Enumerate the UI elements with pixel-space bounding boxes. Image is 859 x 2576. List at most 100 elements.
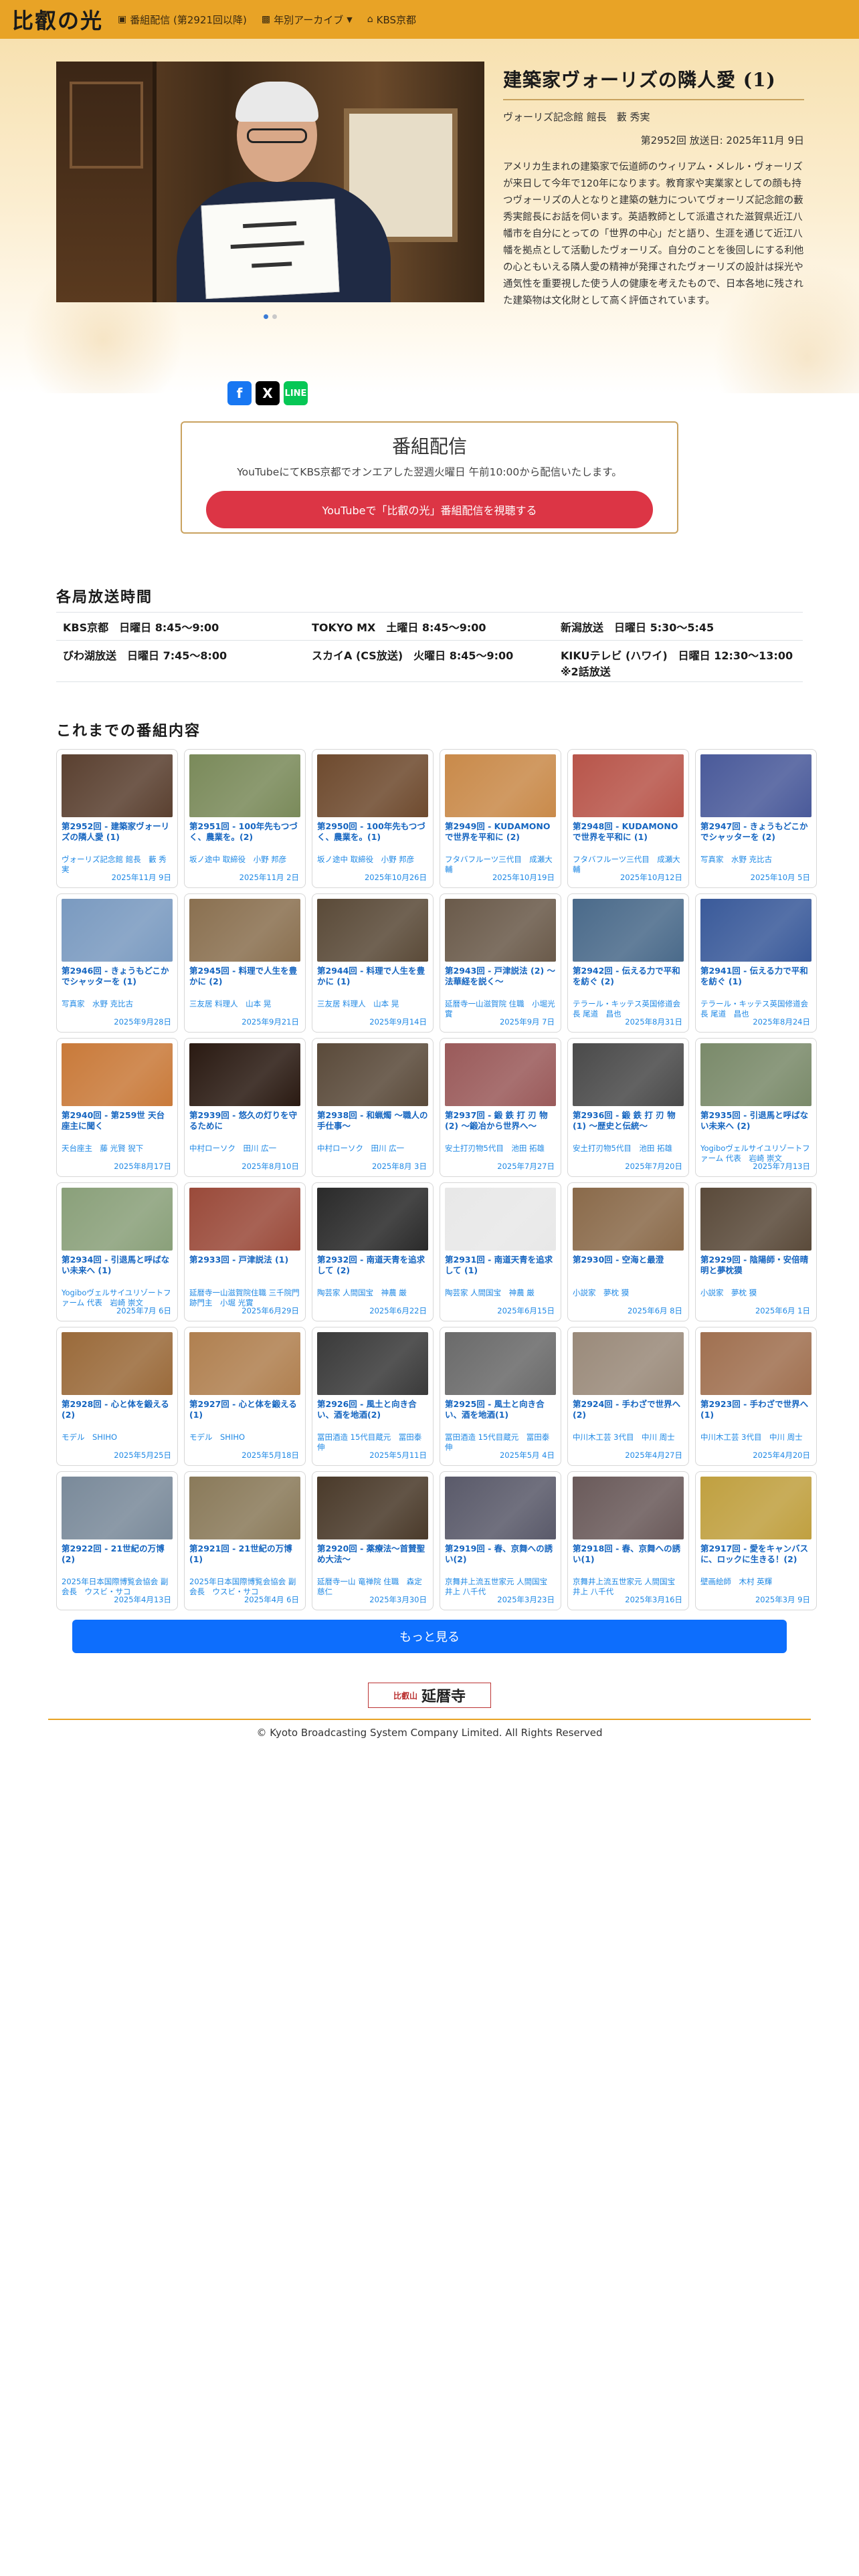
episode-card[interactable]: 第2951回 - 100年先もつづく、農業を。(2) 坂ノ途中 取締役 小野 邦彦… (184, 749, 306, 888)
episode-date: 2025年10月19日 (492, 873, 555, 882)
episode-date: 2025年11月 2日 (239, 873, 299, 882)
episode-title: 第2917回 - 愛をキャンバスに、ロックに生きる！(2) (700, 1543, 809, 1564)
episode-title: 第2942回 - 伝える力で平和を紡ぐ (2) (573, 966, 680, 986)
episode-date: 2025年6月 1日 (755, 1306, 810, 1315)
schedule-cell: スカイA (CS放送) 火曜日 8:45〜9:00 (312, 649, 514, 662)
episode-title: 第2925回 - 風土と向き合い、酒を地酒(1) (445, 1399, 545, 1420)
episode-thumbnail (700, 1188, 812, 1251)
episode-title: 第2952回 - 建築家ヴォーリズの隣人愛 (1) (62, 821, 170, 842)
episode-card[interactable]: 第2932回 - 南道天青を追求して (2) 陶芸家 人間国宝 神農 厳 2025年… (312, 1182, 434, 1321)
episode-card[interactable]: 第2938回 - 和蝋燭 〜職人の手仕事〜 中村ローソク 田川 広一 2025年8月… (312, 1038, 434, 1177)
episode-thumbnail (700, 1477, 812, 1539)
episode-title: 第2924回 - 手わざで世界へ(2) (573, 1399, 681, 1420)
episode-card[interactable]: 第2944回 - 料理で人生を豊かに (1) 三友居 料理人 山本 晃 2025年9… (312, 893, 434, 1033)
episode-title: 第2950回 - 100年先もつづく、農業を。(1) (317, 821, 425, 842)
episode-thumbnail (317, 1477, 428, 1539)
episode-thumbnail (189, 754, 300, 817)
episode-card[interactable]: 第2937回 - 鍛 鉄 打 刃 物 (2) 〜鍛冶から世界へ〜 安土打刃物5代目… (440, 1038, 561, 1177)
episode-title: 第2931回 - 南道天青を追求して (1) (445, 1255, 553, 1275)
episode-card[interactable]: 第2936回 - 鍛 鉄 打 刃 物 (1) 〜歴史と伝統〜 安土打刃物5代目 池… (567, 1038, 689, 1177)
episode-thumbnail (700, 1332, 812, 1395)
episode-date: 2025年8月31日 (625, 1017, 682, 1027)
episode-card[interactable]: 第2925回 - 風土と向き合い、酒を地酒(1) 冨田酒造 15代目蔵元 冨田泰伸… (440, 1327, 561, 1466)
episode-card[interactable]: 第2949回 - KUDAMONOで世界を平和に (2) フタバフルーツ三代目 成… (440, 749, 561, 888)
episode-thumbnail (62, 899, 173, 962)
episode-card[interactable]: 第2929回 - 陰陽師・安倍晴明と夢枕獏 小説家 夢枕 獏 2025年6月 1日 (695, 1182, 817, 1321)
nav-link-archive-dropdown[interactable]: ▩ 年別アーカイブ ▼ (262, 13, 353, 27)
line-share-button[interactable]: LINE (284, 381, 308, 405)
episode-thumbnail (573, 899, 684, 962)
episode-thumbnail (62, 1188, 173, 1251)
line-icon: LINE (284, 388, 307, 399)
carousel-dot[interactable] (272, 314, 277, 319)
episode-title: 第2922回 - 21世紀の万博 (2) (62, 1543, 165, 1564)
episode-thumbnail (700, 1043, 812, 1106)
episode-card[interactable]: 第2918回 - 春、京舞への誘い(1) 京舞井上流五世家元 人間国宝 井上 八千… (567, 1471, 689, 1610)
episode-date: 2025年9月21日 (242, 1017, 299, 1027)
episode-date: 2025年5月11日 (369, 1451, 427, 1460)
episode-thumbnail (700, 899, 812, 962)
episode-thumbnail (317, 899, 428, 962)
episode-title: 第2944回 - 料理で人生を豊かに (1) (317, 966, 425, 986)
episode-card[interactable]: 第2940回 - 第259世 天台座主に聞く 天台座主 藤 光賢 猊下 2025年8… (56, 1038, 178, 1177)
carousel-indicators (56, 314, 484, 319)
nav-link-streaming[interactable]: ▣ 番組配信 (第2921回以降) (118, 13, 247, 27)
navbar: 比叡の光 ▣ 番組配信 (第2921回以降) ▩ 年別アーカイブ ▼ ⌂ KBS… (0, 0, 859, 39)
episode-card[interactable]: 第2948回 - KUDAMONOで世界を平和に (1) フタバフルーツ三代目 成… (567, 749, 689, 888)
episode-date: 2025年4月20日 (753, 1451, 810, 1460)
episode-card[interactable]: 第2950回 - 100年先もつづく、農業を。(1) 坂ノ途中 取締役 小野 邦彦… (312, 749, 434, 888)
episode-card[interactable]: 第2945回 - 料理で人生を豊かに (2) 三友居 料理人 山本 晃 2025年9… (184, 893, 306, 1033)
episode-thumbnail (189, 1332, 300, 1395)
episode-card[interactable]: 第2943回 - 戸津説法 (2) 〜法華経を説く〜 延暦寺一山滋賀院 住職 小堀… (440, 893, 561, 1033)
episode-title: 第2935回 - 引退馬と呼ばない未来へ (2) (700, 1110, 809, 1131)
episode-thumbnail (62, 1477, 173, 1539)
hero-carousel[interactable] (56, 62, 484, 341)
episode-card[interactable]: 第2934回 - 引退馬と呼ばない未来へ (1) Yogiboヴェルサイユリゾート… (56, 1182, 178, 1321)
episode-card[interactable]: 第2921回 - 21世紀の万博 (1) 2025年日本国際博覧会協会 副会長 ウ… (184, 1471, 306, 1610)
schedule-cell: KBS京都 日曜日 8:45〜9:00 (63, 621, 219, 634)
caret-down-icon: ▼ (347, 15, 353, 24)
episode-card[interactable]: 第2941回 - 伝える力で平和を紡ぐ (1) テラール・キッテス英国修道会長 尾… (695, 893, 817, 1033)
episode-title: 第2936回 - 鍛 鉄 打 刃 物 (1) 〜歴史と伝統〜 (573, 1110, 676, 1131)
episode-card[interactable]: 第2935回 - 引退馬と呼ばない未来へ (2) Yogiboヴェルサイユリゾート… (695, 1038, 817, 1177)
x-share-button[interactable]: X (256, 381, 280, 405)
episode-card[interactable]: 第2931回 - 南道天青を追求して (1) 陶芸家 人間国宝 神農 厳 2025年… (440, 1182, 561, 1321)
episode-card[interactable]: 第2919回 - 春、京舞への誘い(2) 京舞井上流五世家元 人間国宝 井上 八千… (440, 1471, 561, 1610)
hero-section: f X LINE 建築家ヴォーリズの隣人愛 (1) ヴォーリズ記念館 館長 藪 … (0, 39, 859, 405)
episode-title: 第2918回 - 春、京舞への誘い(1) (573, 1543, 681, 1564)
episode-card[interactable]: 第2933回 - 戸津説法 (1) 延暦寺一山滋賀院住職 三千院門跡門主 小堀 光… (184, 1182, 306, 1321)
episode-card[interactable]: 第2922回 - 21世紀の万博 (2) 2025年日本国際博覧会協会 副会長 ウ… (56, 1471, 178, 1610)
episode-thumbnail (445, 1188, 556, 1251)
episode-card[interactable]: 第2926回 - 風土と向き合い、酒を地酒(2) 冨田酒造 15代目蔵元 冨田泰伸… (312, 1327, 434, 1466)
episode-card[interactable]: 第2939回 - 悠久の灯りを守るために 中村ローソク 田川 広一 2025年8月1… (184, 1038, 306, 1177)
broadcast-box: 番組配信 YouTubeにてKBS京都でオンエアした翌週火曜日 午前10:00か… (181, 421, 678, 534)
episode-thumbnail (62, 1043, 173, 1106)
enryakuji-logo[interactable]: 比叡山 延暦寺 (368, 1683, 491, 1708)
episode-card[interactable]: 第2947回 - きょうもどこかでシャッターを (2) 写真家 水野 克比古 202… (695, 749, 817, 888)
episode-card[interactable]: 第2920回 - 薬療法〜首賛聖め大法〜 延暦寺一山 竜禅院 住職 森定慈仁 202… (312, 1471, 434, 1610)
episode-card[interactable]: 第2928回 - 心と体を鍛える (2) モデル SHIHO 2025年5月25日 (56, 1327, 178, 1466)
site-logo[interactable]: 比叡の光 (12, 4, 103, 35)
episode-title: 第2951回 - 100年先もつづく、農業を。(2) (189, 821, 298, 842)
episode-date: 2025年9月14日 (369, 1017, 427, 1027)
youtube-watch-button[interactable]: YouTubeで「比叡の光」番組配信を視聴する (206, 491, 653, 528)
video-camera-icon: ▣ (118, 14, 127, 25)
facebook-share-button[interactable]: f (227, 381, 252, 405)
nav-link-kbs[interactable]: ⌂ KBS京都 (367, 13, 416, 27)
episode-date: 2025年7月 6日 (116, 1306, 171, 1315)
episode-card[interactable]: 第2942回 - 伝える力で平和を紡ぐ (2) テラール・キッテス英国修道会長 尾… (567, 893, 689, 1033)
nav-link-label: KBS京都 (376, 13, 416, 26)
episode-card[interactable]: 第2924回 - 手わざで世界へ(2) 中川木工芸 3代目 中川 周士 2025年4… (567, 1327, 689, 1466)
hero-description: アメリカ生まれの建築家で伝道師のウィリアム・メレル・ヴォーリズが来日して今年で1… (503, 162, 804, 306)
load-more-button[interactable]: もっと見る (72, 1620, 787, 1653)
episode-date: 2025年10月26日 (364, 873, 427, 882)
carousel-dot[interactable] (264, 314, 268, 319)
episode-card[interactable]: 第2923回 - 手わざで世界へ(1) 中川木工芸 3代目 中川 周士 2025年4… (695, 1327, 817, 1466)
episode-card[interactable]: 第2917回 - 愛をキャンバスに、ロックに生きる！(2) 壁画絵師 木村 英輝 2… (695, 1471, 817, 1610)
episode-date: 2025年7月13日 (753, 1162, 810, 1171)
episode-card[interactable]: 第2930回 - 空海と最澄 小説家 夢枕 獏 2025年6月 8日 (567, 1182, 689, 1321)
episode-date: 2025年6月29日 (242, 1306, 299, 1315)
episode-card[interactable]: 第2952回 - 建築家ヴォーリズの隣人愛 (1) ヴォーリズ記念館 館長 藪 秀… (56, 749, 178, 888)
episode-card[interactable]: 第2927回 - 心と体を鍛える (1) モデル SHIHO 2025年5月18日 (184, 1327, 306, 1466)
episode-card[interactable]: 第2946回 - きょうもどこかでシャッターを (1) 写真家 水野 克比古 202… (56, 893, 178, 1033)
